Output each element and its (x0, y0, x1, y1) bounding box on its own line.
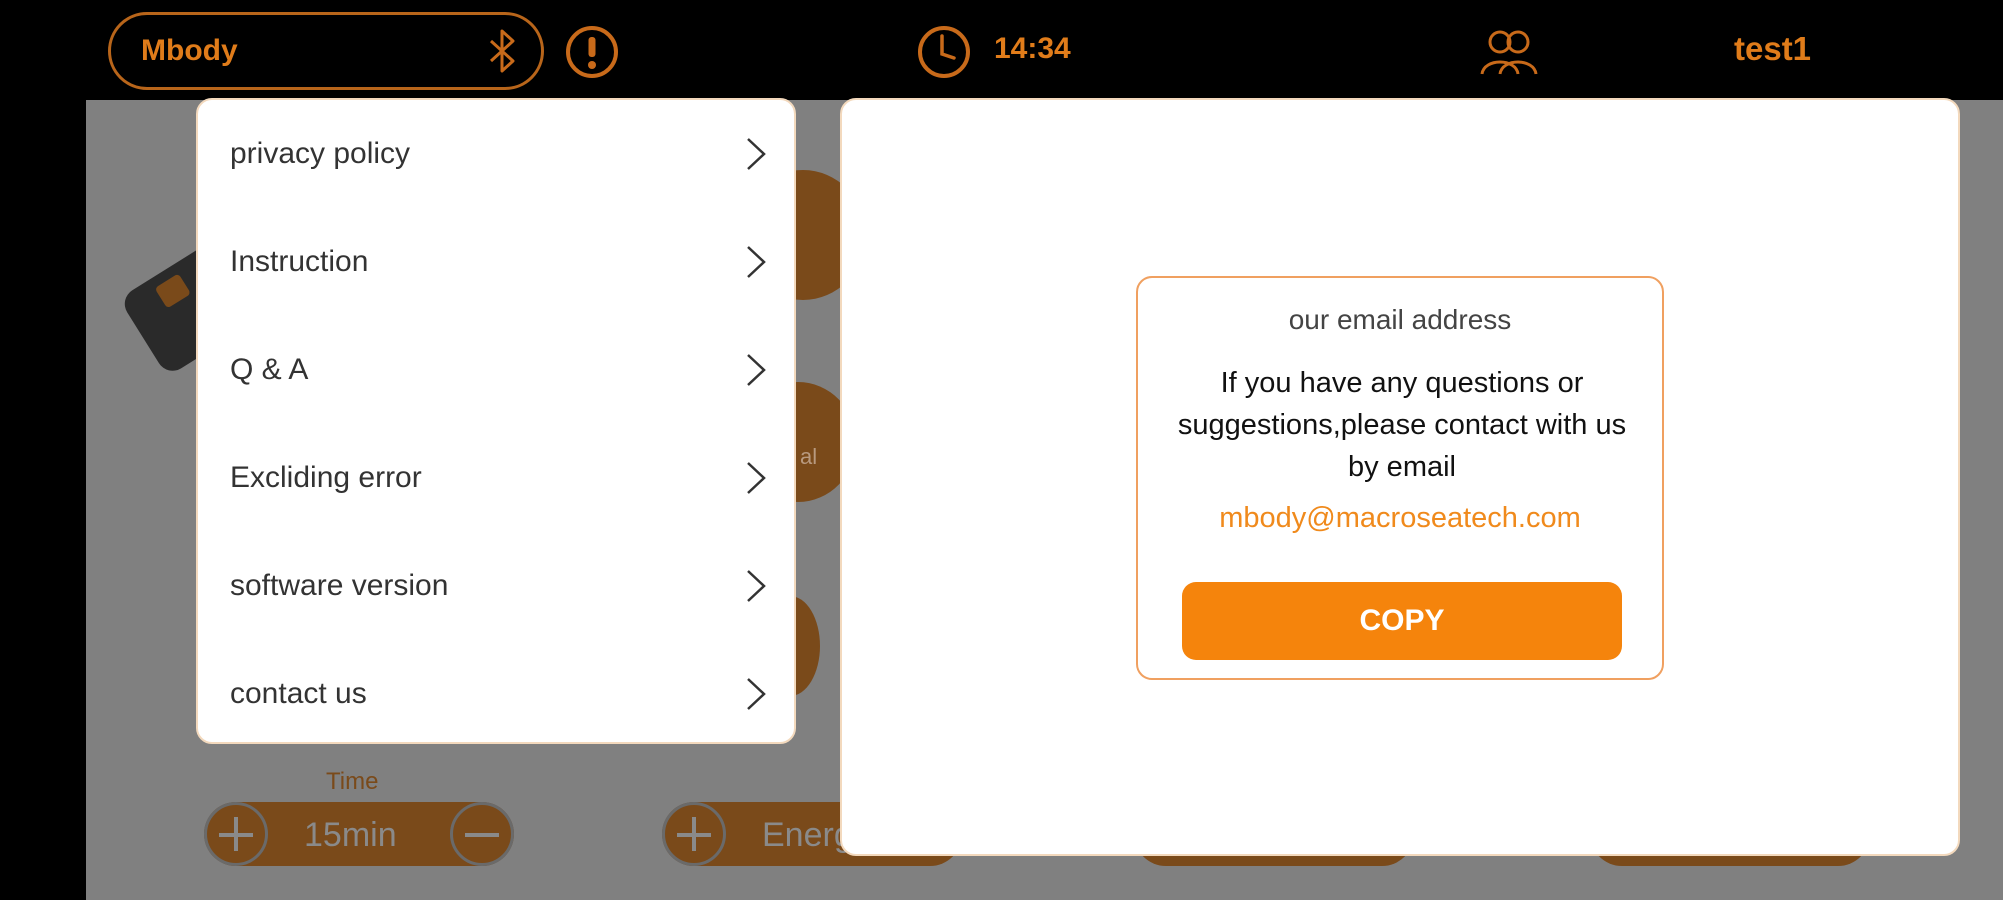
time-label: Time (326, 768, 379, 795)
energy-increase-button (662, 802, 726, 866)
chevron-right-icon (744, 460, 768, 496)
device-selector[interactable]: Mbody (108, 12, 544, 90)
time-stepper: 15min (204, 802, 514, 866)
time-increase-button (204, 802, 268, 866)
email-dialog-title: our email address (1288, 304, 1512, 335)
chevron-right-icon (744, 244, 768, 280)
menu-item-label: contact us (230, 677, 367, 710)
menu-item-privacy-policy[interactable]: privacy policy (198, 100, 798, 208)
menu-item-software-version[interactable]: software version (198, 532, 798, 640)
menu-item-excluding-error[interactable]: Excliding error (198, 424, 798, 532)
clock-icon (916, 24, 972, 80)
menu-item-label: Excliding error (230, 461, 422, 494)
email-address[interactable]: mbody@macroseatech.com (1138, 502, 1662, 535)
menu-item-contact-us[interactable]: contact us (198, 640, 798, 748)
settings-menu: privacy policy Instruction Q & A Exclidi… (196, 98, 796, 744)
mode-label-partial: al (800, 444, 818, 469)
alert-icon[interactable] (564, 24, 620, 80)
device-name: Mbody (141, 34, 238, 67)
top-bar: Mbody 14:34 test1 (0, 0, 2003, 100)
user-name[interactable]: test1 (1734, 30, 1811, 68)
menu-item-instruction[interactable]: Instruction (198, 208, 798, 316)
chevron-right-icon (744, 568, 768, 604)
chevron-right-icon (744, 352, 768, 388)
bluetooth-icon (487, 29, 519, 73)
time-decrease-button (450, 802, 514, 866)
current-time: 14:34 (994, 32, 1071, 65)
menu-item-qa[interactable]: Q & A (198, 316, 798, 424)
menu-item-label: Instruction (230, 245, 369, 278)
chevron-right-icon (744, 676, 768, 712)
time-value: 15min (304, 816, 397, 854)
email-dialog-message: If you have any questions or suggestions… (1177, 367, 1627, 483)
menu-item-label: software version (230, 569, 449, 602)
email-card: our email address If you have any questi… (1136, 276, 1664, 680)
menu-item-label: Q & A (230, 353, 309, 386)
users-icon[interactable] (1478, 24, 1540, 80)
chevron-right-icon (744, 136, 768, 172)
copy-button[interactable]: COPY (1182, 582, 1622, 660)
menu-item-label: privacy policy (230, 137, 411, 170)
